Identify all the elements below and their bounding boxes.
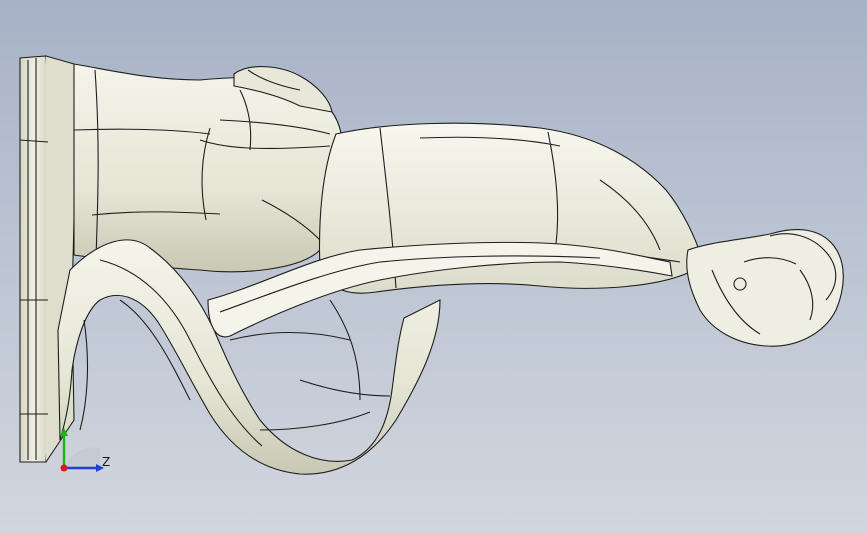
z-axis-label: Z [102,455,111,469]
fist [686,229,844,347]
graphics-viewport[interactable]: Z [0,0,867,533]
axis-arrows [60,428,104,472]
torso-body [73,63,344,273]
3d-model-part[interactable] [0,0,867,533]
view-orientation-triad: Z [48,418,128,478]
